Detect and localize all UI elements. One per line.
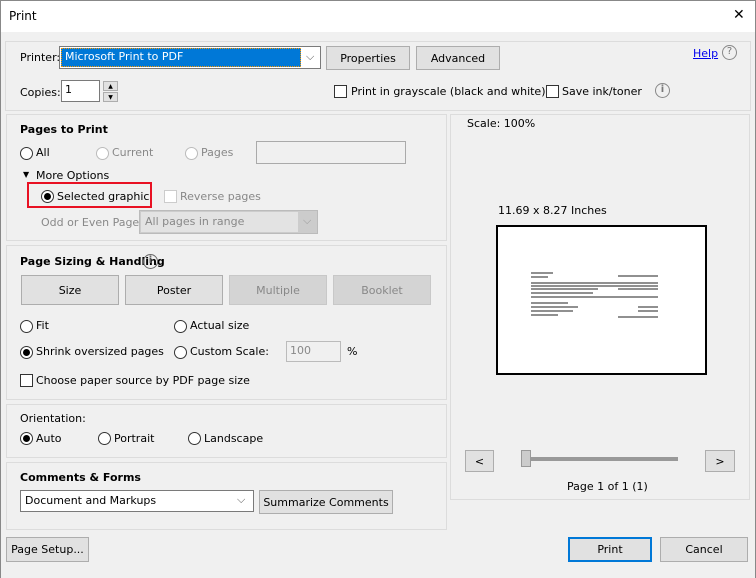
printer-label: Printer: bbox=[20, 51, 61, 64]
page-slider-track[interactable] bbox=[522, 457, 678, 461]
copies-down-button[interactable]: ▼ bbox=[103, 92, 118, 102]
copies-input[interactable]: 1 bbox=[61, 80, 100, 102]
current-radio[interactable] bbox=[96, 147, 109, 160]
chevron-down-icon: ⌵ bbox=[237, 493, 246, 506]
help-link[interactable]: Help bbox=[693, 47, 718, 60]
title-bar: Print ✕ bbox=[0, 0, 756, 32]
custom-scale-label: Custom Scale: bbox=[190, 345, 269, 358]
odd-even-select[interactable]: All pages in range ⌵ bbox=[139, 210, 318, 234]
booklet-button[interactable]: Booklet bbox=[333, 275, 431, 305]
grayscale-label: Print in grayscale (black and white) bbox=[351, 85, 546, 98]
comments-select[interactable]: Document and Markups ⌵ bbox=[20, 490, 254, 512]
portrait-label: Portrait bbox=[114, 432, 155, 445]
comments-title: Comments & Forms bbox=[20, 471, 141, 484]
fit-label: Fit bbox=[36, 319, 49, 332]
grayscale-checkbox[interactable] bbox=[334, 85, 347, 98]
scale-label: Scale: 100% bbox=[467, 117, 536, 130]
paper-source-label: Choose paper source by PDF page size bbox=[36, 374, 250, 387]
pages-radio[interactable] bbox=[185, 147, 198, 160]
window-title: Print bbox=[9, 9, 37, 23]
all-radio[interactable] bbox=[20, 147, 33, 160]
page-setup-button[interactable]: Page Setup... bbox=[6, 537, 89, 562]
save-ink-label: Save ink/toner bbox=[562, 85, 642, 98]
actual-size-radio[interactable] bbox=[174, 320, 187, 333]
help-icon[interactable]: ? bbox=[722, 45, 737, 60]
next-page-button[interactable]: > bbox=[705, 450, 735, 472]
orientation-title: Orientation: bbox=[20, 412, 86, 425]
page-info: Page 1 of 1 (1) bbox=[567, 480, 648, 493]
reverse-pages-checkbox[interactable] bbox=[164, 190, 177, 203]
chevron-down-icon: ⌵ bbox=[303, 214, 312, 227]
dimensions-label: 11.69 x 8.27 Inches bbox=[498, 204, 607, 217]
document-thumbnail bbox=[531, 272, 658, 318]
close-icon[interactable]: ✕ bbox=[733, 7, 745, 23]
paper-source-checkbox[interactable] bbox=[20, 374, 33, 387]
landscape-label: Landscape bbox=[204, 432, 264, 445]
odd-even-label: Odd or Even Pages: bbox=[41, 216, 149, 229]
multiple-button[interactable]: Multiple bbox=[229, 275, 327, 305]
more-options-toggle[interactable]: More Options bbox=[36, 169, 109, 182]
pages-label: Pages bbox=[201, 146, 234, 159]
auto-label: Auto bbox=[36, 432, 62, 445]
selected-graphic-radio[interactable] bbox=[41, 190, 54, 203]
poster-button[interactable]: Poster bbox=[125, 275, 223, 305]
selected-graphic-label: Selected graphic bbox=[57, 190, 150, 203]
reverse-pages-label: Reverse pages bbox=[180, 190, 261, 203]
save-ink-checkbox[interactable] bbox=[546, 85, 559, 98]
all-label: All bbox=[36, 146, 50, 159]
chevron-down-icon: ⌵ bbox=[306, 50, 315, 63]
page-slider-thumb[interactable] bbox=[521, 450, 531, 467]
auto-radio[interactable] bbox=[20, 432, 33, 445]
page-preview bbox=[496, 225, 707, 375]
actual-size-label: Actual size bbox=[190, 319, 250, 332]
landscape-radio[interactable] bbox=[188, 432, 201, 445]
previous-page-button[interactable]: < bbox=[465, 450, 494, 472]
copies-label: Copies: bbox=[20, 86, 61, 99]
info-icon[interactable]: i bbox=[143, 254, 158, 269]
cancel-button[interactable]: Cancel bbox=[660, 537, 748, 562]
custom-scale-radio[interactable] bbox=[174, 346, 187, 359]
summarize-comments-button[interactable]: Summarize Comments bbox=[259, 490, 393, 514]
info-icon[interactable]: i bbox=[655, 83, 670, 98]
triangle-down-icon[interactable]: ▼ bbox=[23, 170, 29, 179]
portrait-radio[interactable] bbox=[98, 432, 111, 445]
fit-radio[interactable] bbox=[20, 320, 33, 333]
advanced-button[interactable]: Advanced bbox=[416, 46, 500, 70]
current-label: Current bbox=[112, 146, 154, 159]
custom-scale-input[interactable]: 100 bbox=[286, 341, 341, 362]
size-button[interactable]: Size bbox=[21, 275, 119, 305]
printer-select[interactable]: Microsoft Print to PDF ⌵ bbox=[59, 46, 321, 69]
percent-label: % bbox=[347, 345, 358, 358]
shrink-radio[interactable] bbox=[20, 346, 33, 359]
pages-title: Pages to Print bbox=[20, 123, 108, 136]
copies-up-button[interactable]: ▲ bbox=[103, 81, 118, 91]
print-button[interactable]: Print bbox=[568, 537, 652, 562]
pages-range-input[interactable] bbox=[256, 141, 406, 164]
properties-button[interactable]: Properties bbox=[326, 46, 410, 70]
shrink-label: Shrink oversized pages bbox=[36, 345, 164, 358]
